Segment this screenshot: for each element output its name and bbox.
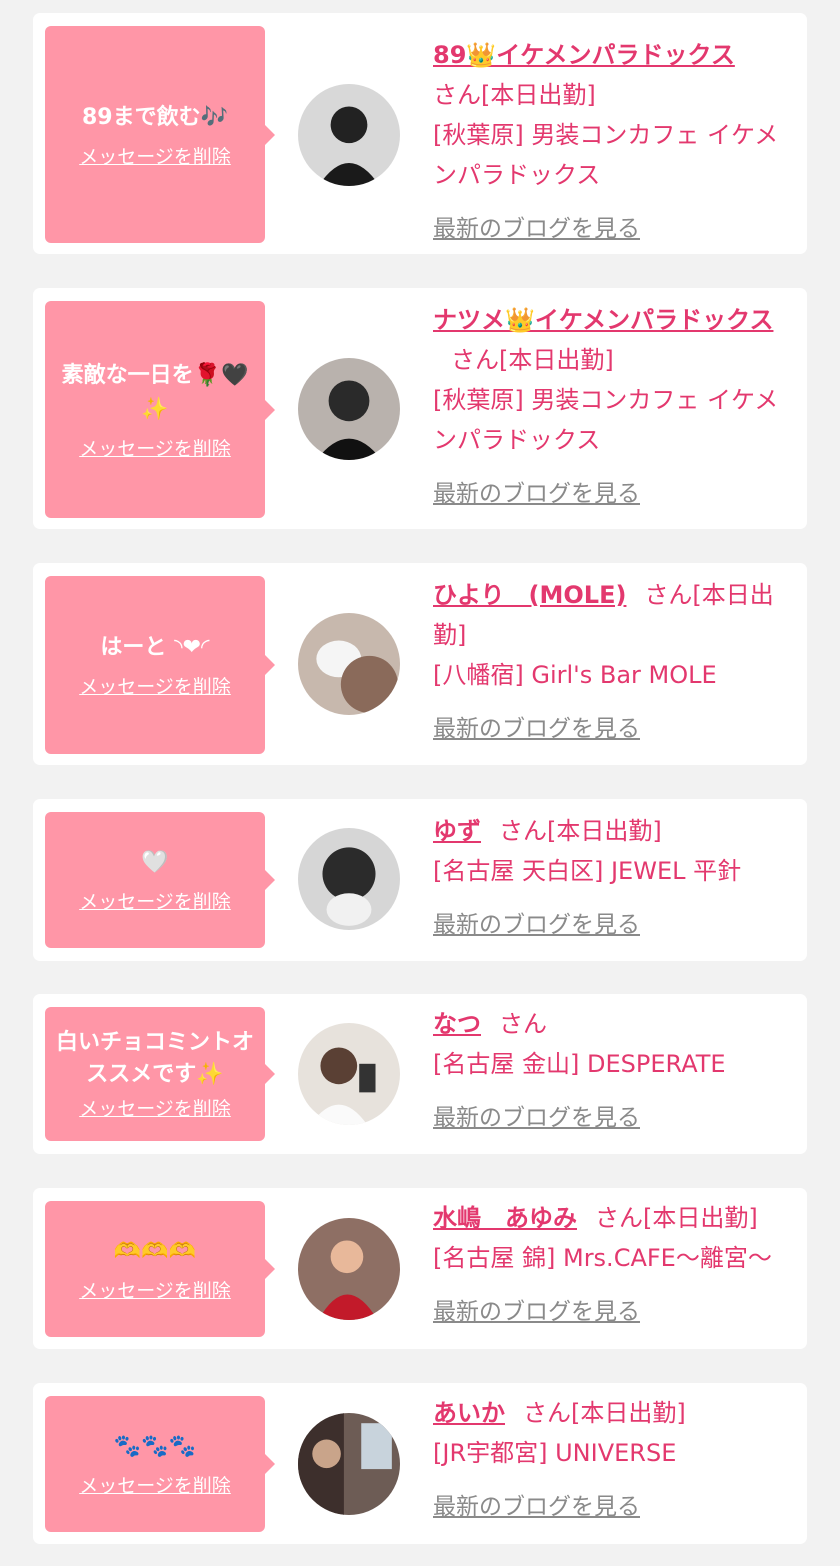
message-bubble: 89まで飲む🎶 メッセージを削除 bbox=[45, 26, 275, 243]
delete-message-link[interactable]: メッセージを削除 bbox=[79, 437, 231, 461]
blog-link[interactable]: 最新のブログを見る bbox=[433, 474, 640, 514]
message-card: 89まで飲む🎶 メッセージを削除 89👑イケメンパラドックス さん[本日出勤] … bbox=[33, 13, 807, 254]
blog-link[interactable]: 最新のブログを見る bbox=[433, 905, 640, 945]
blog-link[interactable]: 最新のブログを見る bbox=[433, 209, 640, 249]
message-bubble: 🐾🐾🐾 メッセージを削除 bbox=[45, 1396, 275, 1532]
message-bubble: 白いチョコミントオススメです✨ メッセージを削除 bbox=[45, 1007, 275, 1141]
blog-link[interactable]: 最新のブログを見る bbox=[433, 1098, 640, 1138]
message-card: 白いチョコミントオススメです✨ メッセージを削除 なつ さん [名古屋 金山] D… bbox=[33, 994, 807, 1154]
message-text: 素敵な一日を🌹🖤✨ bbox=[61, 362, 249, 422]
message-card: 素敵な一日を🌹🖤✨ メッセージを削除 ナツメ👑イケメンパラドックスさん[本日出勤… bbox=[33, 288, 807, 529]
message-bubble: はーと ◝❤︎◜ メッセージを削除 bbox=[45, 576, 275, 754]
message-bubble: 🤍 メッセージを削除 bbox=[45, 812, 275, 948]
shop-name: [名古屋 錦] Mrs.CAFE～離宮～ bbox=[433, 1244, 772, 1272]
avatar[interactable] bbox=[298, 1218, 400, 1320]
status-text: さん[本日出勤] bbox=[523, 1399, 686, 1427]
shop-name: [名古屋 天白区] JEWEL 平針 bbox=[433, 857, 742, 885]
delete-message-link[interactable]: メッセージを削除 bbox=[79, 675, 231, 699]
girl-name-link[interactable]: ゆず bbox=[433, 817, 481, 845]
girl-name-link[interactable]: なつ bbox=[433, 1010, 481, 1038]
girl-name-link[interactable]: ひより (MOLE) bbox=[433, 581, 626, 609]
profile-info: ひより (MOLE) さん[本日出勤] [八幡宿] Girl's Bar MOLE… bbox=[433, 575, 797, 749]
message-text: 89まで飲む🎶 bbox=[81, 104, 228, 130]
profile-info: 水嶋 あゆみ さん[本日出勤] [名古屋 錦] Mrs.CAFE～離宮～ 最新のブ… bbox=[433, 1198, 797, 1332]
message-text: 🫶🫶🫶 bbox=[113, 1239, 197, 1264]
avatar[interactable] bbox=[298, 828, 400, 930]
delete-message-link[interactable]: メッセージを削除 bbox=[79, 1474, 231, 1498]
message-card: 🐾🐾🐾 メッセージを削除 あいか さん[本日出勤] [JR宇都宮] UNIVERS… bbox=[33, 1383, 807, 1544]
status-text: さん[本日出勤] bbox=[595, 1204, 758, 1232]
girl-name-link[interactable]: ナツメ👑イケメンパラドックス bbox=[433, 306, 773, 334]
avatar[interactable] bbox=[298, 1023, 400, 1125]
girl-name-link[interactable]: あいか bbox=[433, 1399, 505, 1427]
status-text: さん[本日出勤] bbox=[499, 817, 662, 845]
shop-name: [秋葉原] 男装コンカフェ イケメンパラドックス bbox=[433, 386, 779, 454]
shop-name: [JR宇都宮] UNIVERSE bbox=[433, 1439, 677, 1467]
blog-link[interactable]: 最新のブログを見る bbox=[433, 1292, 640, 1332]
profile-info: なつ さん [名古屋 金山] DESPERATE 最新のブログを見る bbox=[433, 1004, 797, 1138]
girl-name-link[interactable]: 水嶋 あゆみ bbox=[433, 1204, 577, 1232]
delete-message-link[interactable]: メッセージを削除 bbox=[79, 1097, 231, 1121]
profile-info: ナツメ👑イケメンパラドックスさん[本日出勤] [秋葉原] 男装コンカフェ イケメ… bbox=[433, 300, 797, 514]
status-text: さん bbox=[499, 1010, 547, 1038]
message-bubble: 素敵な一日を🌹🖤✨ メッセージを削除 bbox=[45, 301, 275, 518]
avatar[interactable] bbox=[298, 613, 400, 715]
blog-link[interactable]: 最新のブログを見る bbox=[433, 709, 640, 749]
shop-name: [名古屋 金山] DESPERATE bbox=[433, 1050, 726, 1078]
status-text: さん[本日出勤] bbox=[451, 346, 614, 374]
message-bubble: 🫶🫶🫶 メッセージを削除 bbox=[45, 1201, 275, 1337]
girl-name-link[interactable]: 89👑イケメンパラドックス bbox=[433, 41, 735, 69]
message-card: 🤍 メッセージを削除 ゆず さん[本日出勤] [名古屋 天白区] JEWEL 平針… bbox=[33, 799, 807, 961]
message-card: はーと ◝❤︎◜ メッセージを削除 ひより (MOLE) さん[本日出勤] [八幡… bbox=[33, 563, 807, 765]
profile-info: ゆず さん[本日出勤] [名古屋 天白区] JEWEL 平針 最新のブログを見る bbox=[433, 811, 797, 945]
message-text: 白いチョコミントオススメです✨ bbox=[55, 1030, 254, 1087]
delete-message-link[interactable]: メッセージを削除 bbox=[79, 890, 231, 914]
delete-message-link[interactable]: メッセージを削除 bbox=[79, 145, 231, 169]
profile-info: あいか さん[本日出勤] [JR宇都宮] UNIVERSE 最新のブログを見る bbox=[433, 1393, 797, 1527]
message-text: 🐾🐾🐾 bbox=[113, 1434, 197, 1459]
message-card: 🫶🫶🫶 メッセージを削除 水嶋 あゆみ さん[本日出勤] [名古屋 錦] Mrs.… bbox=[33, 1188, 807, 1349]
message-text: はーと ◝❤︎◜ bbox=[100, 635, 210, 660]
avatar[interactable] bbox=[298, 358, 400, 460]
status-text: さん[本日出勤] bbox=[433, 81, 596, 109]
delete-message-link[interactable]: メッセージを削除 bbox=[79, 1279, 231, 1303]
blog-link[interactable]: 最新のブログを見る bbox=[433, 1487, 640, 1527]
shop-name: [秋葉原] 男装コンカフェ イケメンパラドックス bbox=[433, 121, 779, 189]
profile-info: 89👑イケメンパラドックス さん[本日出勤] [秋葉原] 男装コンカフェ イケメ… bbox=[433, 35, 797, 249]
avatar[interactable] bbox=[298, 84, 400, 186]
message-text: 🤍 bbox=[141, 850, 169, 875]
shop-name: [八幡宿] Girl's Bar MOLE bbox=[433, 661, 717, 689]
avatar[interactable] bbox=[298, 1413, 400, 1515]
